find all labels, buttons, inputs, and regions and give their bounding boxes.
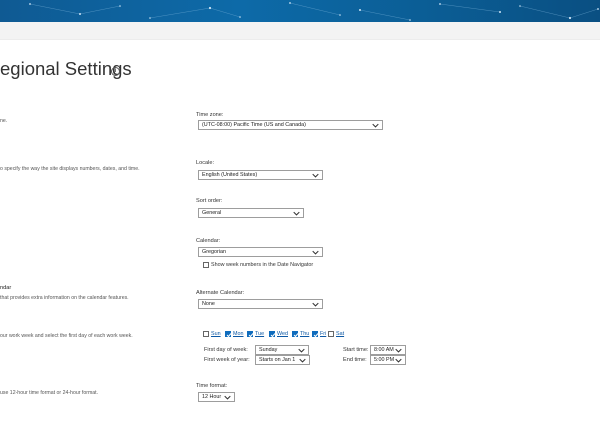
- suite-subbar: [0, 22, 600, 40]
- work-week-description: our work week and select the first day o…: [0, 333, 133, 339]
- timezone-description: ne.: [0, 118, 8, 124]
- time-format-label: Time format:: [196, 383, 228, 389]
- day-checkbox-sat[interactable]: [328, 331, 334, 337]
- day-label-thu: Thu: [300, 331, 310, 337]
- day-label-fri: Fri: [320, 331, 327, 337]
- alt-calendar-section-title: ndar: [0, 285, 12, 291]
- chevron-down-icon: [224, 395, 231, 400]
- time-format-select-value: 12 Hour: [202, 394, 222, 400]
- time-format-select[interactable]: 12 Hour: [198, 392, 235, 402]
- calendar-select-value: Gregorian: [202, 249, 226, 255]
- timezone-label: Time zone:: [196, 112, 224, 118]
- timezone-select[interactable]: (UTC-08:00) Pacific Time (US and Canada): [198, 120, 383, 130]
- week-numbers-label: Show week numbers in the Date Navigator: [211, 262, 314, 268]
- help-icon[interactable]: i: [111, 67, 120, 76]
- alt-calendar-select-value: None: [202, 301, 215, 307]
- constellation-decoration: [29, 2, 599, 21]
- day-label-mon: Mon: [233, 331, 244, 337]
- start-time-select-value: 8:00 AM: [374, 347, 394, 353]
- checkmark-icon: [270, 333, 276, 338]
- chevron-down-icon: [298, 348, 305, 353]
- calendar-select[interactable]: Gregorian: [198, 247, 323, 257]
- chevron-down-icon: [293, 211, 300, 216]
- day-checkbox-wed[interactable]: [269, 331, 276, 338]
- day-label-tue: Tue: [255, 331, 265, 337]
- day-checkbox-mon[interactable]: [225, 331, 232, 338]
- checkmark-icon: [248, 333, 254, 338]
- chevron-down-icon: [299, 358, 306, 363]
- top-banner: [0, 0, 600, 22]
- checkmark-icon: [293, 333, 299, 338]
- sort-order-label: Sort order:: [196, 198, 223, 204]
- time-format-description: use 12-hour time format or 24-hour forma…: [0, 390, 99, 396]
- timezone-select-value: (UTC-08:00) Pacific Time (US and Canada): [202, 122, 306, 128]
- day-label-sat: Sat: [336, 331, 345, 337]
- day-checkbox-tue[interactable]: [247, 331, 254, 338]
- chevron-down-icon: [372, 123, 379, 128]
- first-day-select-value: Sunday: [259, 347, 278, 353]
- checkmark-icon: [313, 333, 319, 338]
- first-week-select-value: Starts on Jan 1: [259, 357, 296, 363]
- checkmark-icon: [226, 333, 232, 338]
- end-time-select[interactable]: 5:00 PM: [370, 355, 406, 365]
- sort-order-select[interactable]: General: [198, 208, 304, 218]
- alt-calendar-description: that provides extra information on the c…: [0, 295, 129, 301]
- day-label-sun: Sun: [211, 331, 221, 337]
- first-day-select[interactable]: Sunday: [255, 345, 309, 355]
- locale-select[interactable]: English (United States): [198, 170, 323, 180]
- first-week-select[interactable]: Starts on Jan 1: [255, 355, 310, 365]
- sort-order-select-value: General: [202, 210, 222, 216]
- end-time-select-value: 5:00 PM: [374, 357, 395, 363]
- chevron-down-icon: [312, 250, 319, 255]
- day-checkbox-fri[interactable]: [312, 331, 319, 338]
- chevron-down-icon: [312, 302, 319, 307]
- locale-description: o specify the way the site displays numb…: [0, 166, 140, 172]
- day-checkbox-sun[interactable]: [203, 331, 209, 337]
- first-week-label: First week of year:: [204, 357, 250, 363]
- first-day-label: First day of week:: [204, 347, 248, 353]
- chevron-down-icon: [395, 358, 402, 363]
- day-label-wed: Wed: [277, 331, 288, 337]
- end-time-label: End time:: [343, 357, 367, 363]
- day-checkbox-thu[interactable]: [292, 331, 299, 338]
- locale-label: Locale:: [196, 160, 215, 166]
- start-time-label: Start time:: [343, 347, 369, 353]
- week-numbers-checkbox[interactable]: [203, 262, 209, 268]
- start-time-select[interactable]: 8:00 AM: [370, 345, 406, 355]
- locale-select-value: English (United States): [202, 172, 258, 178]
- calendar-label: Calendar:: [196, 238, 221, 244]
- alt-calendar-select[interactable]: None: [198, 299, 323, 309]
- chevron-down-icon: [395, 348, 402, 353]
- chevron-down-icon: [312, 173, 319, 178]
- alt-calendar-label: Alternate Calendar:: [196, 290, 245, 296]
